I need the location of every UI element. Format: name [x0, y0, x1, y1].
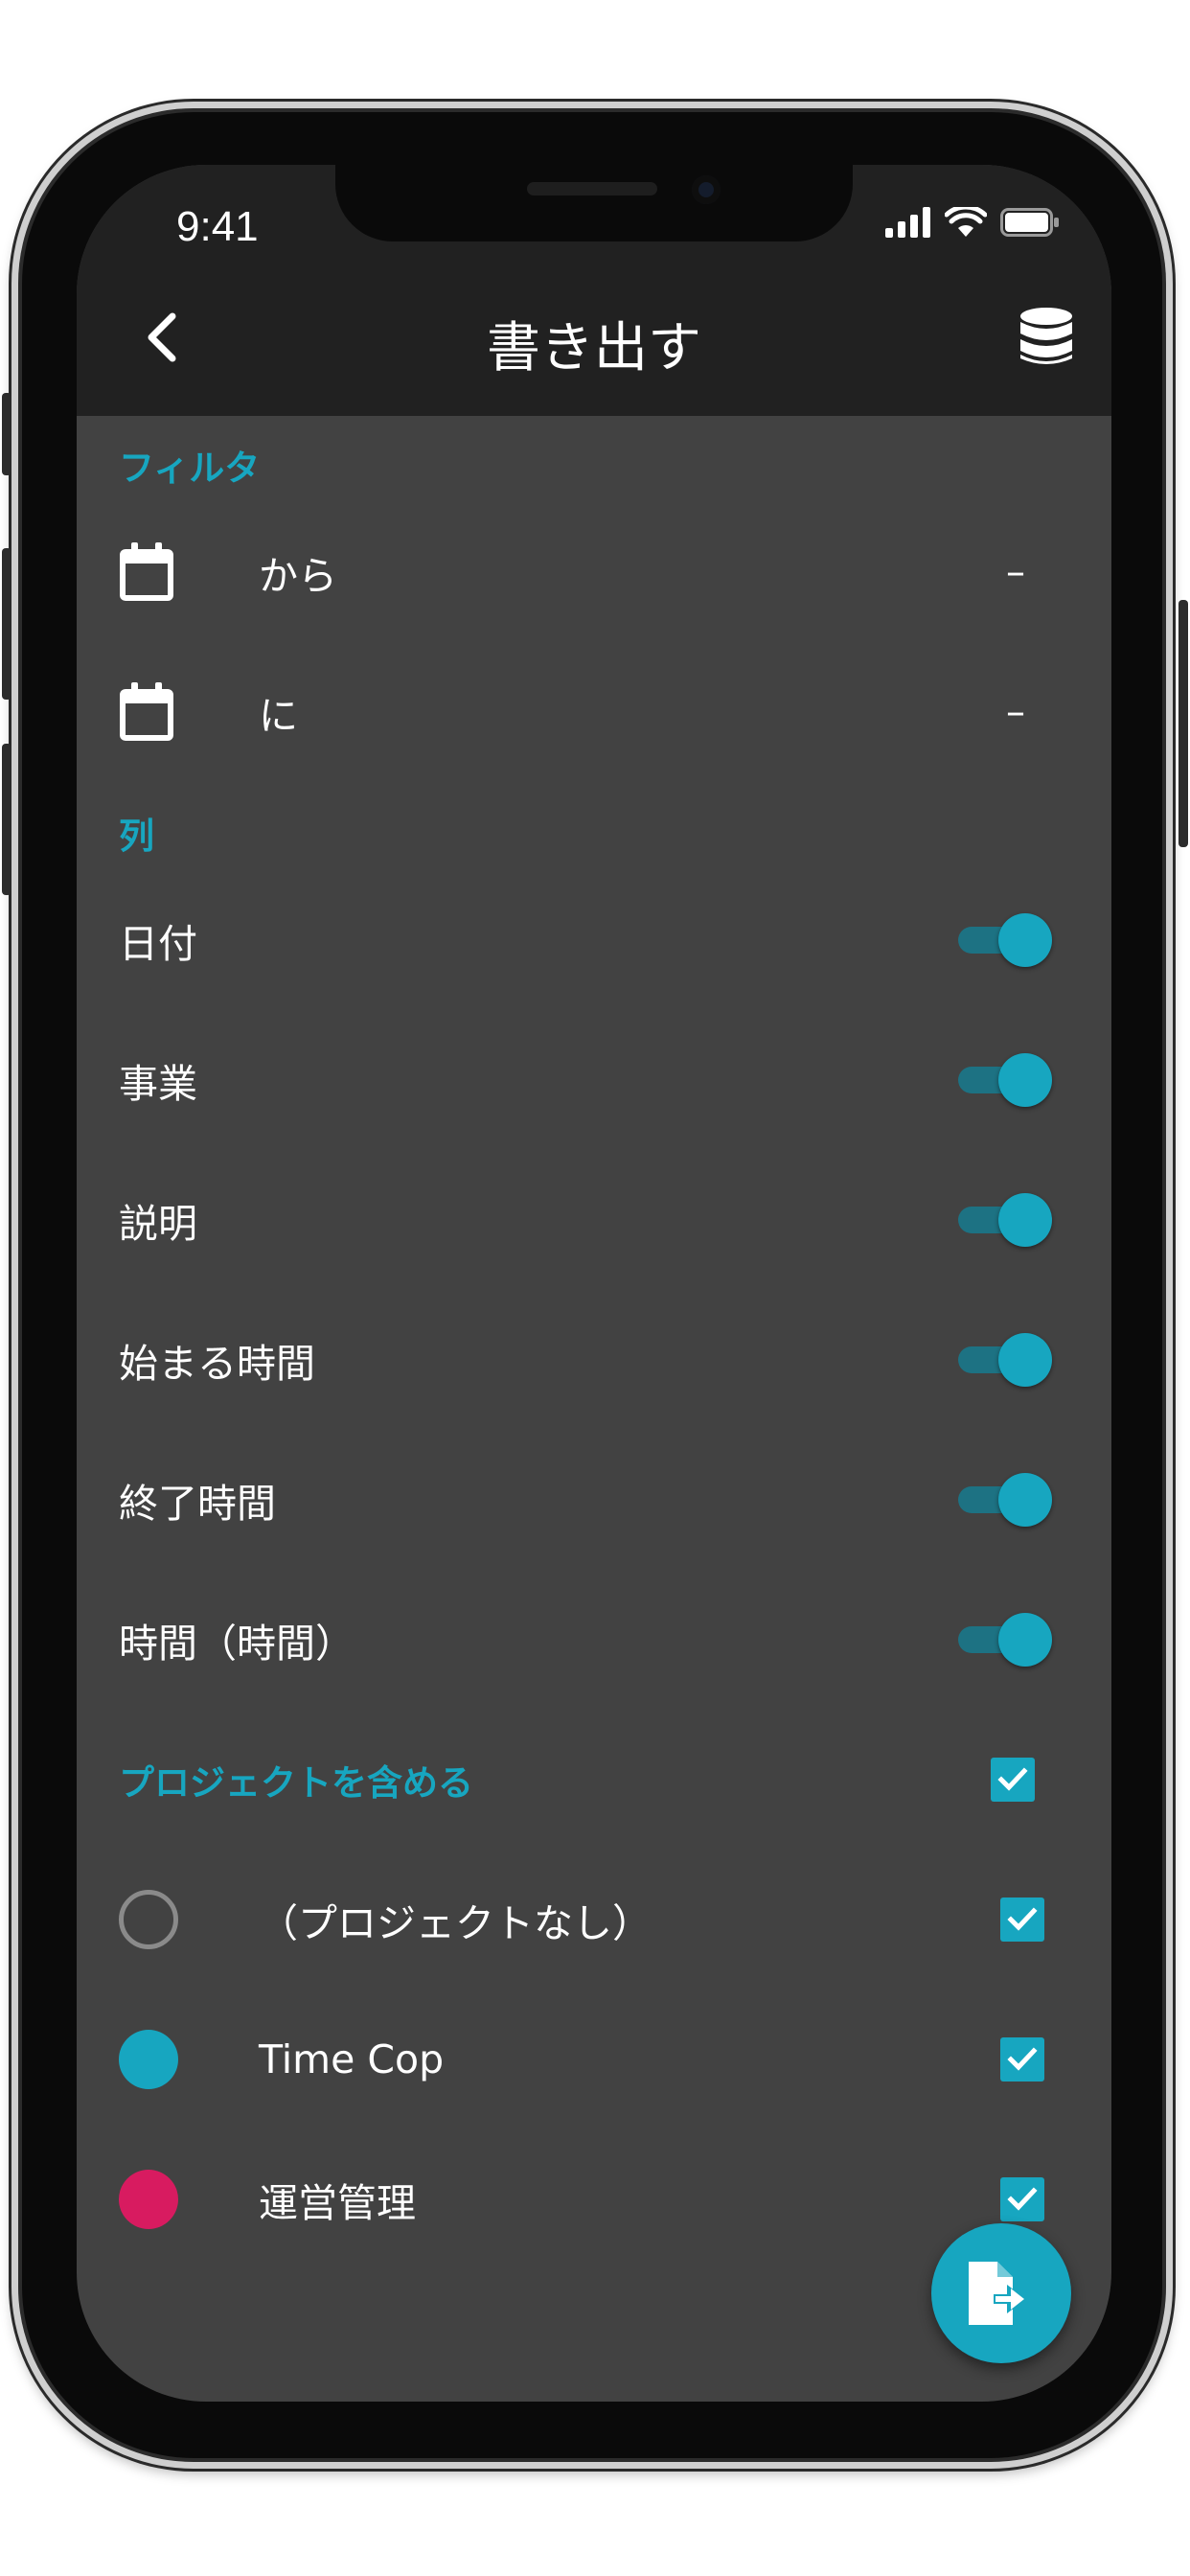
column-row-end-time[interactable]: 終了時間 [77, 1430, 1111, 1570]
project-color-dot [119, 2030, 178, 2089]
check-icon [1007, 1907, 1038, 1931]
calendar-icon [120, 682, 173, 741]
signal-icon [885, 207, 930, 238]
project-checkbox-time-cop[interactable] [1000, 2037, 1044, 2082]
project-color-dot [119, 1890, 178, 1949]
column-toggle-end-time[interactable] [958, 1473, 1052, 1527]
check-icon [997, 1767, 1028, 1791]
export-file-icon [969, 2262, 1026, 2325]
silent-switch [2, 393, 11, 475]
include-projects-row[interactable]: プロジェクトを含める [77, 1710, 1111, 1850]
column-label: 始まる時間 [119, 1341, 315, 1387]
status-icons [885, 207, 1060, 238]
filter-to-value: – [1006, 690, 1025, 734]
page-title: 書き出す [487, 317, 701, 380]
filter-from-row[interactable]: から – [77, 502, 1111, 642]
column-toggle-project[interactable] [958, 1053, 1052, 1107]
filter-section-header: フィルタ [119, 448, 261, 489]
project-label: Time Cop [259, 2036, 445, 2082]
calendar-icon [120, 542, 173, 601]
filter-to-row[interactable]: に – [77, 642, 1111, 782]
app-screen: 9:41 書き出す フィルタ から – に – 列 日付 事業 説明 始まる時間… [77, 165, 1111, 2402]
column-label: 説明 [119, 1201, 197, 1247]
column-row-start-time[interactable]: 始まる時間 [77, 1290, 1111, 1430]
column-row-hours[interactable]: 時間（時間） [77, 1570, 1111, 1710]
projects-section-header: プロジェクトを含める [119, 1762, 473, 1804]
project-label: 運営管理 [259, 2180, 416, 2226]
status-time: 9:41 [176, 203, 259, 250]
project-row-none[interactable]: （プロジェクトなし） [77, 1850, 1111, 1990]
project-row-time-cop[interactable]: Time Cop [77, 1990, 1111, 2129]
column-toggle-start-time[interactable] [958, 1333, 1052, 1387]
filter-to-label: に [259, 693, 298, 739]
power-button [1179, 600, 1188, 847]
column-toggle-date[interactable] [958, 913, 1052, 967]
wifi-icon [945, 207, 987, 237]
column-row-project[interactable]: 事業 [77, 1010, 1111, 1150]
filter-from-value: – [1006, 550, 1025, 594]
export-fab-button[interactable] [931, 2223, 1071, 2363]
filter-from-label: から [259, 553, 337, 599]
column-toggle-hours[interactable] [958, 1613, 1052, 1667]
database-icon [1020, 308, 1072, 364]
notch [335, 165, 853, 242]
columns-section-header: 列 [119, 816, 154, 857]
database-button[interactable] [1008, 299, 1085, 376]
column-row-description[interactable]: 説明 [77, 1150, 1111, 1290]
front-camera [692, 175, 721, 204]
project-checkbox-none[interactable] [1000, 1898, 1044, 1942]
project-label: （プロジェクトなし） [259, 1900, 652, 1946]
check-icon [1007, 2187, 1038, 2211]
include-all-projects-checkbox[interactable] [991, 1758, 1035, 1802]
check-icon [1007, 2047, 1038, 2071]
battery-icon [1000, 208, 1059, 237]
column-label: 終了時間 [119, 1481, 276, 1527]
project-checkbox-operations[interactable] [1000, 2177, 1044, 2221]
column-row-date[interactable]: 日付 [77, 870, 1111, 1010]
project-color-dot [119, 2170, 178, 2229]
volume-down-button [2, 744, 11, 895]
column-toggle-description[interactable] [958, 1193, 1052, 1247]
column-label: 事業 [119, 1061, 197, 1107]
speaker [527, 182, 657, 196]
column-label: 日付 [119, 921, 197, 967]
volume-up-button [2, 548, 11, 700]
column-label: 時間（時間） [119, 1621, 355, 1667]
